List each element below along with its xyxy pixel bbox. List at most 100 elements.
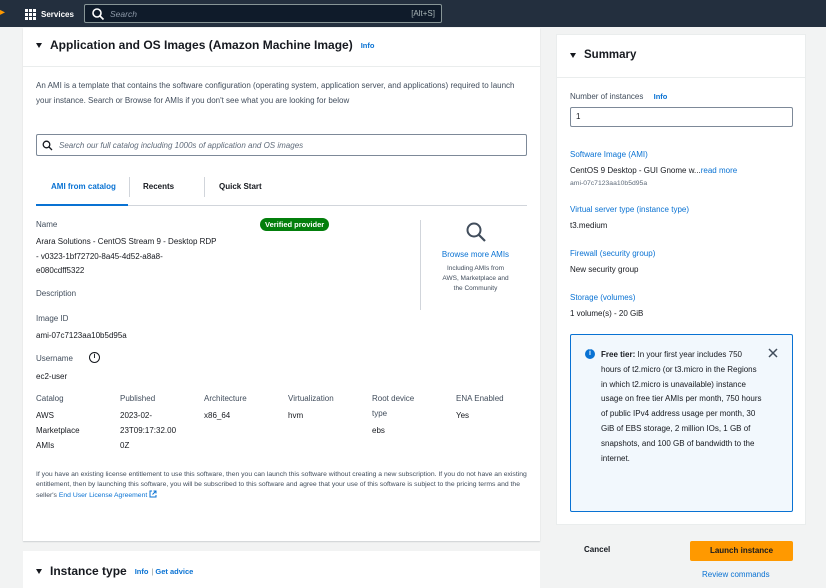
ami-name-line-2: - v0323-1bf72720-8a45-4d52-a8a8- [36, 252, 163, 261]
ami-name-line-1: Arara Solutions - CentOS Stream 9 - Desk… [36, 237, 217, 246]
free-tier-body: In your first year includes 750 hours of… [601, 350, 762, 463]
search-shortcut: [Alt+S] [411, 9, 435, 18]
tab-separator [204, 177, 205, 197]
instances-label-text: Number of instances [570, 92, 644, 101]
browse-sub-line-2: AWS, Marketplace and [442, 275, 509, 282]
top-nav-bar: ▸ Services Search [Alt+S] [0, 0, 826, 27]
ami-search-placeholder: Search our full catalog including 1000s … [59, 140, 304, 150]
eula-link[interactable]: End User License Agreement [59, 492, 147, 499]
services-menu-button[interactable]: Services [25, 7, 74, 21]
summary-divider [557, 77, 805, 78]
summary-footer: Cancel Launch instance Review commands [556, 525, 806, 588]
firewall-link[interactable]: Firewall (security group) [570, 249, 655, 258]
storage-value: 1 volume(s) - 20 GiB [570, 309, 644, 318]
ami-section-header[interactable]: Application and OS Images (Amazon Machin… [36, 38, 374, 52]
instance-type-info-link[interactable]: Info [135, 567, 149, 576]
ami-section-panel: Application and OS Images (Amazon Machin… [23, 28, 540, 541]
firewall-value: New security group [570, 265, 639, 274]
architecture-label: Architecture [204, 394, 247, 403]
server-type-value: t3.medium [570, 221, 608, 230]
free-tier-title: Free tier: [601, 350, 636, 359]
username-label: Username [36, 354, 73, 363]
ami-description: An AMI is a template that contains the s… [36, 81, 515, 105]
catalog-value-3: AMIs [36, 441, 55, 450]
software-image-link[interactable]: Software Image (AMI) [570, 150, 648, 159]
virtualization-label: Virtualization [288, 394, 334, 403]
instances-label: Number of instances Info [570, 92, 667, 101]
magnifier-icon [466, 222, 486, 242]
link-separator: | [151, 566, 154, 576]
summary-title: Summary [584, 49, 637, 61]
catalog-label: Catalog [36, 394, 64, 403]
catalog-value-2: Marketplace [36, 426, 80, 435]
ami-search-input[interactable]: Search our full catalog including 1000s … [36, 134, 527, 156]
number-of-instances-input[interactable]: 1 [570, 107, 793, 127]
tab-separator [129, 177, 130, 197]
services-label: Services [41, 9, 74, 19]
ami-info-link[interactable]: Info [361, 41, 375, 50]
info-icon[interactable]: i [89, 352, 100, 363]
global-search-input[interactable]: Search [Alt+S] [84, 4, 442, 23]
browse-sub-line-3: the Community [453, 285, 498, 292]
ami-tabs: AMI from catalog Recents Quick Start [36, 175, 527, 206]
get-advice-link[interactable]: Get advice [155, 567, 193, 576]
cancel-button[interactable]: Cancel [584, 545, 610, 554]
browse-sub-line-1: Including AMIs from [446, 265, 505, 272]
search-icon [42, 140, 53, 150]
name-label: Name [36, 220, 58, 229]
instance-type-title: Instance type [50, 564, 127, 578]
caret-down-icon[interactable] [36, 42, 42, 48]
browse-divider [420, 220, 421, 310]
root-device-label-1: Root device [372, 394, 415, 403]
image-id-label: Image ID [36, 314, 69, 323]
verified-provider-badge: Verified provider [260, 218, 330, 231]
section-divider [23, 66, 540, 67]
ami-section-title: Application and OS Images (Amazon Machin… [50, 38, 353, 52]
tab-recents[interactable]: Recents [143, 182, 174, 191]
published-value-3: 0Z [120, 441, 130, 450]
search-placeholder: Search [110, 8, 137, 19]
instances-info-link[interactable]: Info [654, 92, 668, 101]
free-tier-alert: i Free tier: In your first year includes… [570, 334, 793, 512]
summary-panel: Summary Number of instances Info 1 Softw… [556, 34, 806, 525]
software-image-value: CentOS 9 Desktop - GUI Gnome w...read mo… [570, 166, 737, 175]
published-value-1: 2023-02- [120, 411, 153, 420]
username-value: ec2-user [36, 372, 68, 381]
instance-type-panel: Instance type Info | Get advice [23, 551, 540, 588]
review-commands-link[interactable]: Review commands [702, 570, 770, 579]
summary-header[interactable]: Summary [570, 49, 636, 61]
software-image-id: ami-07c7123aa10b5d95a [570, 180, 648, 187]
image-id-value: ami-07c7123aa10b5d95a [36, 331, 127, 340]
caret-down-icon[interactable] [570, 52, 576, 58]
root-device-label-2: type [372, 409, 388, 418]
tab-ami-from-catalog[interactable]: AMI from catalog [51, 182, 116, 191]
search-icon [92, 7, 105, 20]
info-icon: i [585, 349, 595, 359]
external-link-icon [149, 490, 157, 498]
free-tier-text: Free tier: In your first year includes 7… [601, 348, 763, 466]
license-fine-print: If you have an existing license entitlem… [36, 470, 531, 501]
read-more-link[interactable]: read more [701, 166, 737, 175]
virtualization-value: hvm [288, 411, 304, 420]
active-tab-indicator [36, 204, 128, 206]
aws-logo-edge[interactable]: ▸ [0, 7, 5, 20]
launch-instance-button[interactable]: Launch instance [690, 541, 793, 561]
software-image-name: CentOS 9 Desktop - GUI Gnome w... [570, 166, 701, 175]
root-device-value: ebs [372, 426, 385, 435]
ami-name-line-3: e080cdff5322 [36, 266, 85, 275]
close-icon[interactable] [767, 347, 779, 359]
published-value-2: 23T09:17:32.00 [120, 426, 177, 435]
ena-label: ENA Enabled [456, 394, 504, 403]
storage-link[interactable]: Storage (volumes) [570, 293, 635, 302]
browse-more-amis[interactable]: Browse more AMIs Including AMIs from AWS… [428, 221, 523, 294]
instance-type-header[interactable]: Instance type Info | Get advice [36, 564, 193, 578]
server-type-link[interactable]: Virtual server type (instance type) [570, 205, 689, 214]
grid-icon [25, 8, 36, 20]
published-label: Published [120, 394, 156, 403]
caret-down-icon[interactable] [36, 568, 42, 574]
description-label: Description [36, 289, 77, 298]
tab-quick-start[interactable]: Quick Start [219, 182, 262, 191]
browse-more-amis-link[interactable]: Browse more AMIs [428, 250, 523, 259]
catalog-value-1: AWS [36, 411, 54, 420]
architecture-value: x86_64 [204, 411, 231, 420]
